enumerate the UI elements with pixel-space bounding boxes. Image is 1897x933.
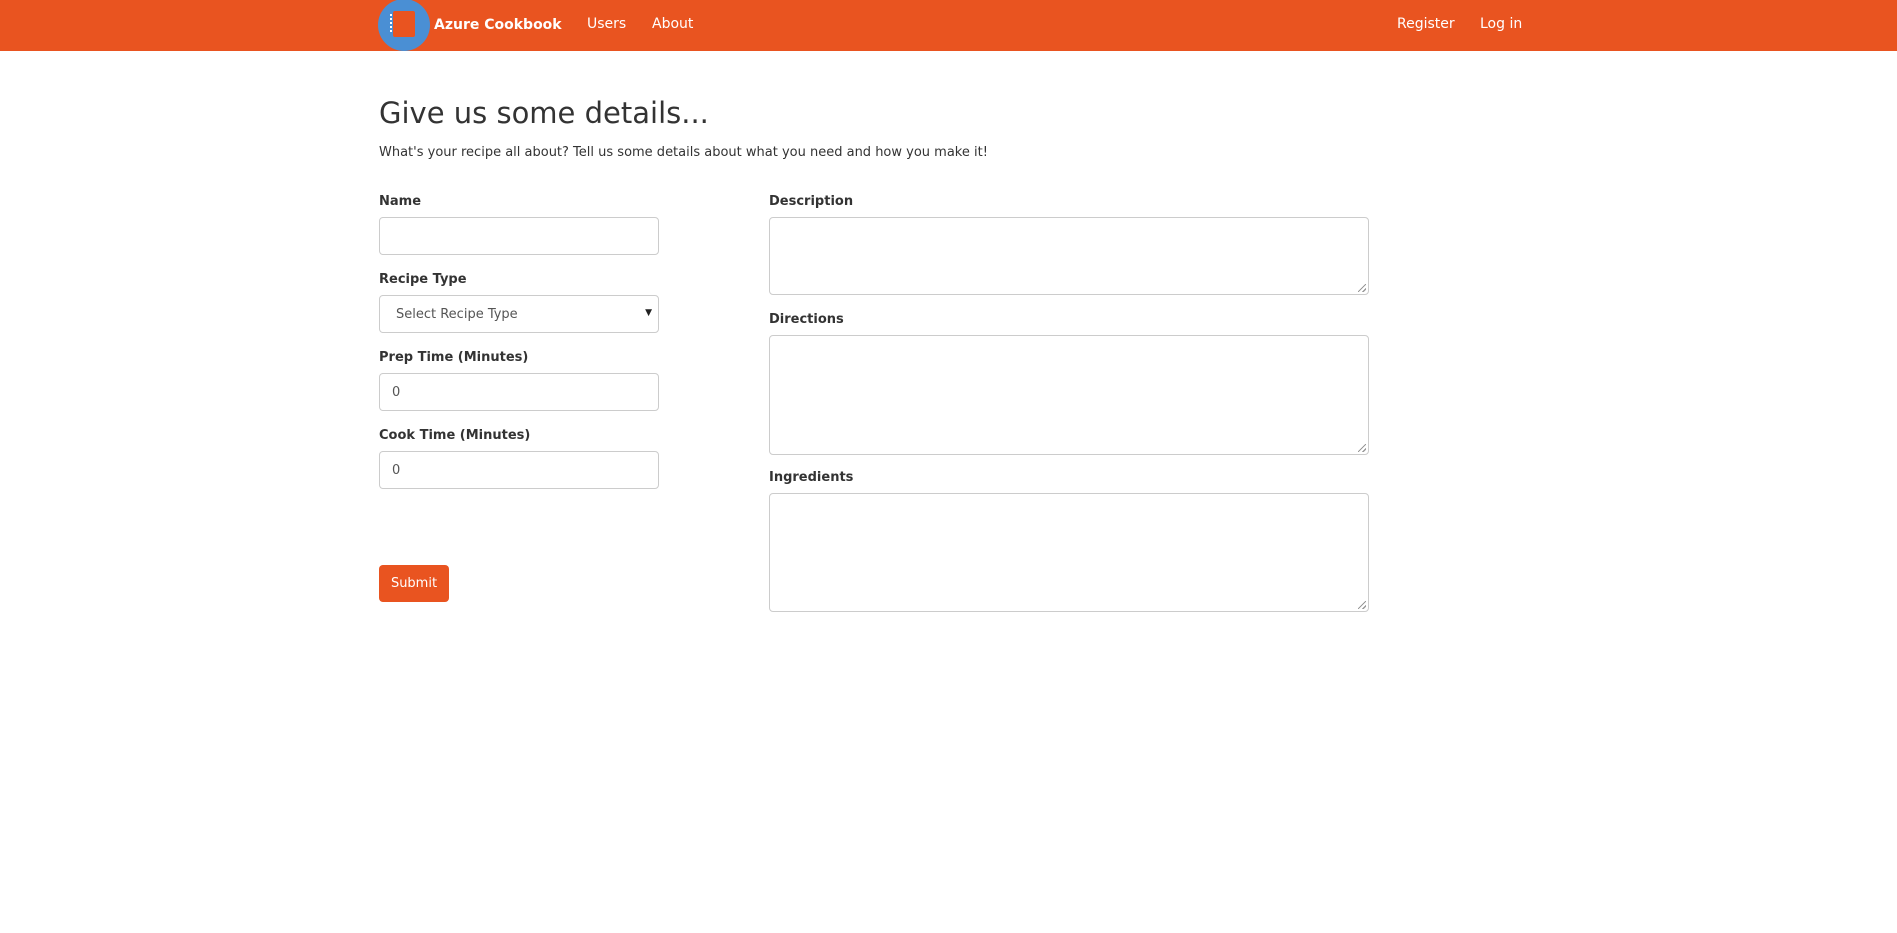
- nav-about-link[interactable]: About: [652, 16, 693, 32]
- resize-handle-icon[interactable]: [1358, 284, 1366, 292]
- top-navbar: Azure Cookbook Users About Register Log …: [0, 0, 1897, 51]
- resize-handle-icon[interactable]: [1358, 444, 1366, 452]
- prep-time-label: Prep Time (Minutes): [379, 350, 529, 365]
- nav-login-link[interactable]: Log in: [1480, 16, 1522, 32]
- directions-textarea[interactable]: [769, 335, 1369, 455]
- directions-label: Directions: [769, 312, 844, 327]
- nav-users-link[interactable]: Users: [587, 16, 626, 32]
- brand-name: Azure Cookbook: [434, 16, 562, 33]
- recipe-type-selected-value: Select Recipe Type: [396, 306, 518, 322]
- nav-register-link[interactable]: Register: [1397, 16, 1455, 32]
- description-label: Description: [769, 194, 854, 209]
- description-textarea[interactable]: [769, 217, 1369, 295]
- recipe-type-select[interactable]: Select Recipe Type ▼: [379, 295, 659, 333]
- page-title: Give us some details...: [379, 96, 709, 130]
- cook-time-label: Cook Time (Minutes): [379, 428, 531, 443]
- page-subtitle: What's your recipe all about? Tell us so…: [379, 145, 988, 160]
- brand-link[interactable]: Azure Cookbook: [378, 0, 562, 51]
- dropdown-arrow-icon: ▼: [645, 308, 652, 318]
- name-label: Name: [379, 194, 422, 209]
- ingredients-textarea[interactable]: [769, 493, 1369, 612]
- cook-time-input[interactable]: 0: [379, 451, 659, 489]
- prep-time-input[interactable]: 0: [379, 373, 659, 411]
- recipe-type-label: Recipe Type: [379, 272, 467, 287]
- resize-handle-icon[interactable]: [1358, 601, 1366, 609]
- submit-button[interactable]: Submit: [379, 565, 449, 602]
- ingredients-label: Ingredients: [769, 470, 854, 485]
- name-input[interactable]: [379, 217, 659, 255]
- notebook-icon: [378, 0, 430, 51]
